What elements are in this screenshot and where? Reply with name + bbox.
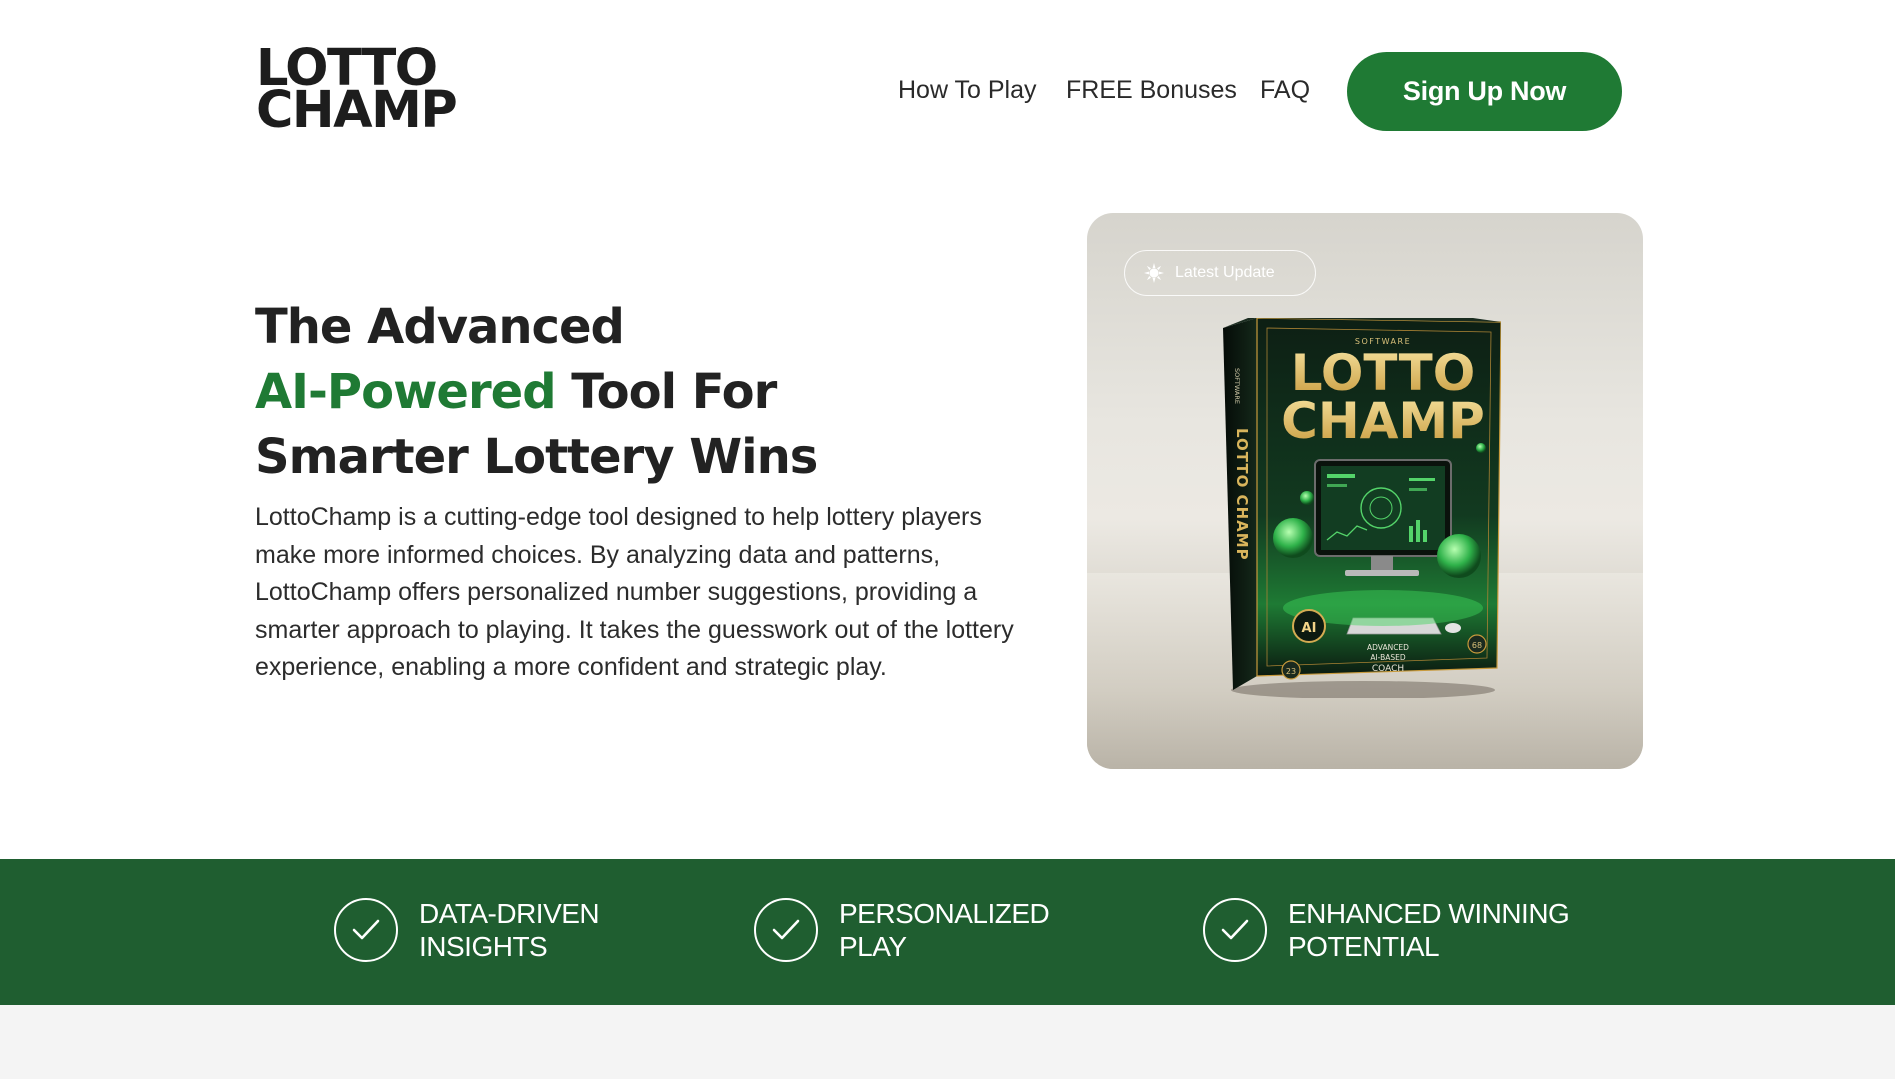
check-circle-icon bbox=[334, 898, 398, 962]
hero-title: The Advanced AI-Powered Tool For Smarter… bbox=[255, 295, 818, 490]
features-band: DATA-DRIVEN INSIGHTS PERSONALIZED PLAY E… bbox=[0, 859, 1895, 1005]
hero-title-accent: AI-Powered bbox=[255, 364, 557, 420]
latest-update-badge: Latest Update bbox=[1124, 250, 1316, 296]
brand-logo-line2: CHAMP bbox=[256, 81, 458, 140]
box-subtitle-line3: COACH bbox=[1372, 664, 1404, 674]
feature-label: ENHANCED WINNING POTENTIAL bbox=[1288, 897, 1570, 963]
check-circle-icon bbox=[1203, 898, 1267, 962]
feature-label-line1: ENHANCED WINNING bbox=[1288, 898, 1570, 929]
box-ball-left: 23 bbox=[1286, 667, 1296, 676]
check-icon bbox=[352, 919, 380, 940]
sparkle-icon bbox=[1144, 263, 1164, 283]
site-header: LOTTO CHAMP How To Play FREE Bonuses FAQ… bbox=[0, 0, 1895, 180]
box-subtitle-line1: ADVANCED bbox=[1367, 643, 1409, 652]
brand-logo[interactable]: LOTTO CHAMP bbox=[256, 43, 458, 140]
nav-link-faq[interactable]: FAQ bbox=[1260, 76, 1310, 105]
feature-enhanced-winning: ENHANCED WINNING POTENTIAL bbox=[1203, 897, 1570, 963]
box-subtitle-line2: AI-BASED bbox=[1370, 653, 1406, 662]
box-spine-label: LOTTO CHAMP bbox=[1233, 428, 1251, 561]
hero-title-line3: Smarter Lottery Wins bbox=[255, 429, 818, 485]
nav-link-how-to-play[interactable]: How To Play bbox=[898, 76, 1037, 105]
software-box: SOFTWARE LOTTO CHAMP AI ADVANCED AI-BASE… bbox=[1223, 318, 1501, 698]
sign-up-button[interactable]: Sign Up Now bbox=[1347, 52, 1622, 131]
nav-link-free-bonuses[interactable]: FREE Bonuses bbox=[1066, 76, 1237, 105]
feature-data-driven: DATA-DRIVEN INSIGHTS bbox=[334, 897, 600, 963]
hero-title-line1: The Advanced bbox=[255, 299, 625, 355]
feature-label-line1: DATA-DRIVEN bbox=[419, 898, 600, 929]
box-title-line2: CHAMP bbox=[1281, 392, 1485, 450]
latest-update-label: Latest Update bbox=[1175, 264, 1275, 281]
box-ball-right: 68 bbox=[1472, 641, 1482, 650]
feature-label-line2: POTENTIAL bbox=[1288, 931, 1440, 962]
next-section bbox=[0, 1005, 1895, 1079]
check-icon bbox=[772, 919, 800, 940]
feature-label-line1: PERSONALIZED bbox=[839, 898, 1050, 929]
feature-personalized: PERSONALIZED PLAY bbox=[754, 897, 1050, 963]
feature-label-line2: INSIGHTS bbox=[419, 931, 548, 962]
feature-label: PERSONALIZED PLAY bbox=[839, 897, 1050, 963]
feature-label: DATA-DRIVEN INSIGHTS bbox=[419, 897, 600, 963]
box-ai-badge: AI bbox=[1302, 621, 1317, 636]
check-circle-icon bbox=[754, 898, 818, 962]
box-spine-top: SOFTWARE bbox=[1233, 368, 1241, 404]
feature-label-line2: PLAY bbox=[839, 931, 907, 962]
check-icon bbox=[1221, 919, 1249, 940]
hero-description: LottoChamp is a cutting-edge tool design… bbox=[255, 503, 1014, 682]
product-image: Latest Update SOFTWARE LOTTO CHAMP AI AD… bbox=[1087, 213, 1643, 769]
hero-title-line2: Tool For bbox=[555, 364, 777, 420]
